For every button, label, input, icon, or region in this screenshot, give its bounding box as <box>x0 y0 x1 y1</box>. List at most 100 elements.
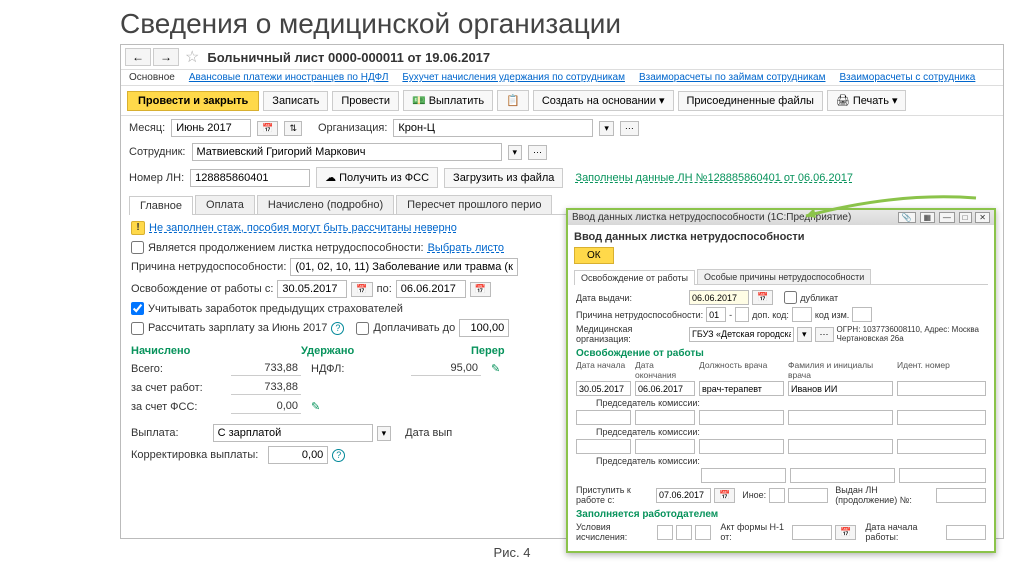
medorg-input[interactable] <box>689 327 794 342</box>
help-icon[interactable]: ? <box>332 449 345 462</box>
date-issue-input[interactable] <box>689 290 749 305</box>
dropdown-icon[interactable]: ▾ <box>599 121 614 136</box>
section-main[interactable]: Основное <box>129 72 175 83</box>
d3-start-input[interactable] <box>576 439 631 454</box>
dropdown-icon[interactable]: ▾ <box>797 327 812 342</box>
d1-id-input[interactable] <box>897 381 986 396</box>
back-button[interactable]: ← <box>125 48 151 66</box>
section-accounting[interactable]: Бухучет начисления удержания по сотрудни… <box>402 72 625 83</box>
minimize-icon[interactable]: — <box>939 212 955 223</box>
d3-id2-input[interactable] <box>899 468 986 483</box>
print-button[interactable]: 🖨 Печать ▾ <box>827 90 907 111</box>
d1-name-input[interactable] <box>788 381 893 396</box>
d2-end-input[interactable] <box>635 410 695 425</box>
tab-recalc[interactable]: Пересчет прошлого перио <box>396 195 552 214</box>
tab-payment[interactable]: Оплата <box>195 195 255 214</box>
create-based-button[interactable]: Создать на основании ▾ <box>533 90 674 111</box>
cond2-input[interactable] <box>676 525 692 540</box>
forward-button[interactable]: → <box>153 48 179 66</box>
topup-checkbox[interactable] <box>356 322 369 335</box>
org-input[interactable] <box>393 119 593 137</box>
edit-icon[interactable]: ✎ <box>311 400 320 413</box>
dropdown-icon[interactable]: ▾ <box>508 145 523 160</box>
save-button[interactable]: Записать <box>263 91 328 111</box>
post-close-button[interactable]: Провести и закрыть <box>127 91 259 111</box>
date-from-input[interactable] <box>277 280 347 298</box>
d2-start-input[interactable] <box>576 410 631 425</box>
d3-name-input[interactable] <box>788 439 893 454</box>
act-date-input[interactable] <box>792 525 832 540</box>
prev-insurers-checkbox[interactable] <box>131 302 144 315</box>
edit-icon[interactable]: ✎ <box>491 362 500 375</box>
reason-code2-input[interactable] <box>735 307 749 322</box>
continuation-checkbox[interactable] <box>131 241 144 254</box>
section-loans[interactable]: Взаиморасчеты по займам сотрудникам <box>639 72 826 83</box>
d1-doc-input[interactable] <box>699 381 784 396</box>
topup-input[interactable] <box>459 319 509 337</box>
d2-doc-input[interactable] <box>699 410 784 425</box>
ln-input[interactable] <box>190 169 310 187</box>
calendar-icon[interactable]: 📅 <box>257 121 278 136</box>
work-start-input[interactable] <box>946 525 986 540</box>
get-fss-button[interactable]: ☁ Получить из ФСС <box>316 167 438 188</box>
other-date-input[interactable] <box>788 488 828 503</box>
ok-button[interactable]: ОК <box>574 247 614 264</box>
stepper-icon[interactable]: ⇅ <box>284 121 302 136</box>
tools-icon[interactable]: 📎 <box>898 212 916 223</box>
section-settlements[interactable]: Взаиморасчеты с сотрудника <box>840 72 976 83</box>
calendar-icon[interactable]: 📅 <box>714 488 735 503</box>
reason-code-input[interactable] <box>706 307 726 322</box>
correction-input[interactable] <box>268 446 328 464</box>
d2-id-input[interactable] <box>897 410 986 425</box>
other-code-input[interactable] <box>769 488 785 503</box>
open-icon[interactable]: ⋯ <box>815 327 834 342</box>
start-work-input[interactable] <box>656 488 711 503</box>
warning-icon: ! <box>131 221 145 235</box>
post-button[interactable]: Провести <box>332 91 399 111</box>
tab-accrued[interactable]: Начислено (подробно) <box>257 195 394 214</box>
warning-link[interactable]: Не заполнен стаж, пособия могут быть рас… <box>149 222 457 234</box>
d3-doc2-input[interactable] <box>701 468 786 483</box>
date-to-input[interactable] <box>396 280 466 298</box>
modal-tab-special[interactable]: Особые причины нетрудоспособности <box>697 269 871 284</box>
reason-input[interactable] <box>290 258 518 276</box>
calendar-icon[interactable]: 📅 <box>752 290 773 305</box>
calendar-icon[interactable]: 📅 <box>835 525 856 540</box>
cond1-input[interactable] <box>657 525 673 540</box>
d3-doc-input[interactable] <box>699 439 784 454</box>
modal-tab-release[interactable]: Освобождение от работы <box>574 270 695 285</box>
duplicate-checkbox[interactable] <box>784 291 797 304</box>
dropdown-icon[interactable]: ▾ <box>377 426 392 441</box>
employee-input[interactable] <box>192 143 502 161</box>
code-change-input[interactable] <box>852 307 872 322</box>
open-icon[interactable]: ⋯ <box>528 145 547 160</box>
d3-name2-input[interactable] <box>790 468 895 483</box>
load-file-button[interactable]: Загрузить из файла <box>444 168 563 188</box>
maximize-icon[interactable]: □ <box>959 212 972 223</box>
favorite-icon[interactable]: ☆ <box>181 47 203 67</box>
calc-salary-checkbox[interactable] <box>131 322 144 335</box>
close-icon[interactable]: ✕ <box>975 212 990 223</box>
calendar-icon[interactable]: 📅 <box>351 282 372 297</box>
issued-cont-input[interactable] <box>936 488 986 503</box>
add-code-input[interactable] <box>792 307 812 322</box>
form-button[interactable]: 📋 <box>497 90 529 111</box>
filled-data-link[interactable]: Заполнены данные ЛН №128885860401 от 06.… <box>575 172 853 184</box>
month-input[interactable] <box>171 119 251 137</box>
calc-icon[interactable]: ▦ <box>920 212 936 223</box>
cond3-input[interactable] <box>695 525 711 540</box>
d3-id-input[interactable] <box>897 439 986 454</box>
d3-end-input[interactable] <box>635 439 695 454</box>
d2-name-input[interactable] <box>788 410 893 425</box>
d1-end-input[interactable] <box>635 381 695 396</box>
pay-button[interactable]: 💵Выплатить <box>403 90 493 111</box>
open-icon[interactable]: ⋯ <box>620 121 639 136</box>
help-icon[interactable]: ? <box>331 322 344 335</box>
continuation-pick-link[interactable]: Выбрать листо <box>428 242 504 254</box>
d1-start-input[interactable] <box>576 381 631 396</box>
section-ndfl[interactable]: Авансовые платежи иностранцев по НДФЛ <box>189 72 389 83</box>
payout-input[interactable] <box>213 424 373 442</box>
attachments-button[interactable]: Присоединенные файлы <box>678 91 823 111</box>
calendar-icon[interactable]: 📅 <box>470 282 491 297</box>
tab-main[interactable]: Главное <box>129 196 193 215</box>
